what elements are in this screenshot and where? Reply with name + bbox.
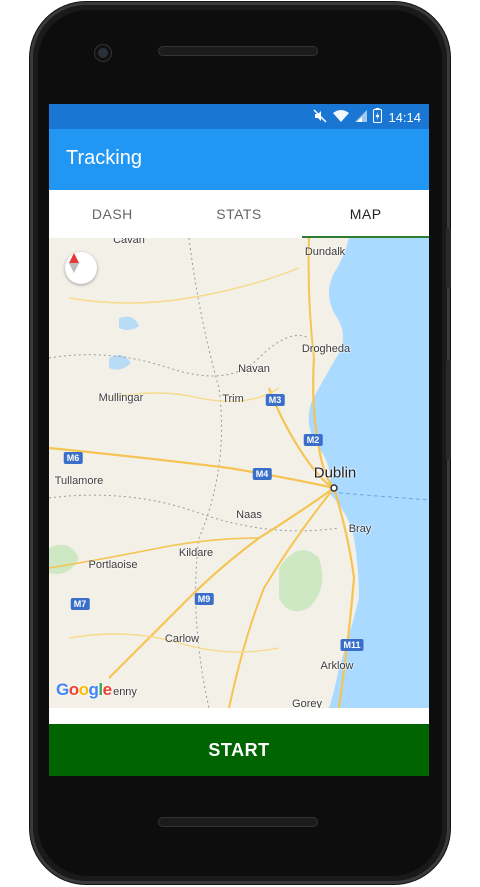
map-canvas <box>49 238 429 708</box>
tab-map[interactable]: MAP <box>302 190 429 238</box>
town-navan: Navan <box>238 363 270 375</box>
battery-icon <box>373 108 383 127</box>
spacer <box>49 708 429 724</box>
bottom-speaker <box>158 817 318 827</box>
app-screen: 14:14 Tracking DASH STATS MAP Cavan Dund… <box>49 104 429 776</box>
tab-stats[interactable]: STATS <box>176 190 303 238</box>
town-bray: Bray <box>348 523 372 535</box>
compass-button[interactable] <box>65 252 97 284</box>
road-m2-shield: M2 <box>303 434 323 446</box>
town-trim: Trim <box>222 393 244 405</box>
clock: 14:14 <box>388 109 421 125</box>
road-m11-shield: M11 <box>340 639 364 651</box>
town-cavan: Cavan <box>113 238 145 246</box>
google-logo: Google <box>56 680 112 699</box>
top-speaker <box>158 46 318 56</box>
town-tullamore: Tullamore <box>54 475 104 487</box>
road-m6-shield: M6 <box>63 452 83 464</box>
town-gorey: Gorey <box>292 698 322 708</box>
town-drogheda: Drogheda <box>301 343 351 355</box>
town-kilkenny: enny <box>113 686 137 698</box>
app-bar: Tracking <box>49 129 429 190</box>
town-carlow: Carlow <box>164 633 200 645</box>
town-dublin: Dublin <box>313 464 357 482</box>
compass-icon <box>69 253 79 273</box>
front-camera <box>95 45 111 61</box>
tab-bar: DASH STATS MAP <box>49 190 429 239</box>
power-button <box>446 360 451 460</box>
status-bar: 14:14 <box>49 104 429 129</box>
town-portlaoise: Portlaoise <box>88 559 138 571</box>
mute-icon <box>313 108 327 127</box>
forest-area <box>49 544 79 574</box>
town-naas: Naas <box>236 509 262 521</box>
road-m7-shield: M7 <box>70 598 90 610</box>
app-title: Tracking <box>66 147 142 169</box>
lake <box>119 316 139 331</box>
wicklow-park <box>279 550 323 612</box>
map-view[interactable]: Cavan Dundalk Drogheda Navan Mullingar T… <box>49 238 429 708</box>
town-arklow: Arklow <box>320 660 354 672</box>
town-kildare: Kildare <box>178 547 214 559</box>
start-button[interactable]: START <box>49 724 429 776</box>
town-dundalk: Dundalk <box>304 246 346 258</box>
road-m4-shield: M4 <box>252 468 272 480</box>
signal-icon <box>355 109 368 127</box>
wifi-icon <box>333 109 350 127</box>
town-mullingar: Mullingar <box>98 392 144 404</box>
road-m9-shield: M9 <box>194 593 214 605</box>
volume-button <box>446 228 451 288</box>
tab-dash[interactable]: DASH <box>49 190 176 238</box>
road-m3-shield: M3 <box>265 394 285 406</box>
